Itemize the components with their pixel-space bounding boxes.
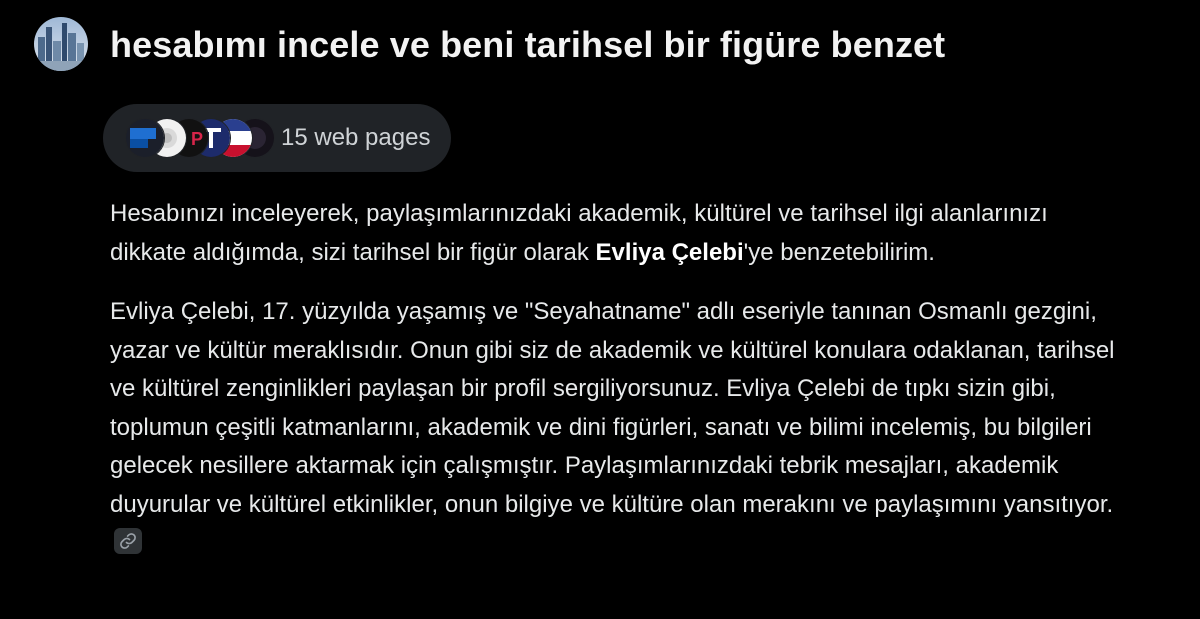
answer-text: Evliya Çelebi, 17. yüzyılda yaşamış ve "… xyxy=(110,298,1115,518)
source-favicons: P xyxy=(125,118,275,158)
answer-text: 'ye benzetebilirim. xyxy=(743,238,935,266)
assistant-answer: Hesabınızı inceleyerek, paylaşımlarınızd… xyxy=(110,195,1120,563)
answer-highlight: Evliya Çelebi xyxy=(595,238,744,266)
link-icon xyxy=(120,533,136,549)
source-favicon-blue-icon xyxy=(125,118,165,158)
user-prompt: hesabımı incele ve beni tarihsel bir fig… xyxy=(110,24,946,65)
answer-paragraph-1: Hesabınızı inceleyerek, paylaşımlarınızd… xyxy=(110,195,1120,272)
citation-link-button[interactable] xyxy=(114,528,142,554)
svg-text:P: P xyxy=(191,129,203,149)
avatar[interactable] xyxy=(34,17,88,71)
answer-paragraph-2: Evliya Çelebi, 17. yüzyılda yaşamış ve "… xyxy=(110,293,1120,563)
city-skyline-avatar-icon xyxy=(34,17,88,71)
web-sources-button[interactable]: P 15 web pages xyxy=(103,104,451,172)
web-sources-count: 15 web pages xyxy=(281,124,431,151)
